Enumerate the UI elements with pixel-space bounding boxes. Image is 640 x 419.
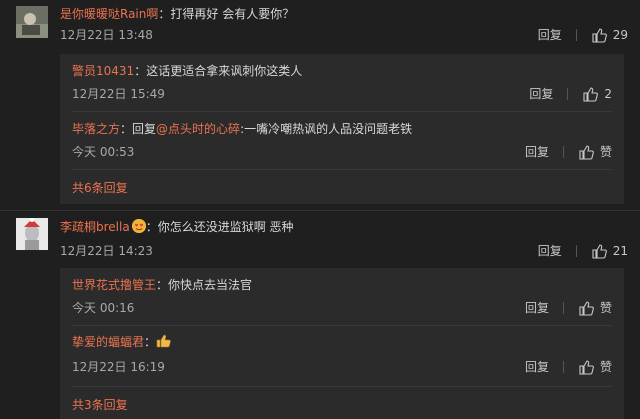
reply-actions: 回复 赞	[525, 358, 612, 376]
comment-actions: 回复 21	[538, 242, 628, 260]
avatar[interactable]	[16, 6, 48, 38]
thumbs-up-icon	[592, 244, 607, 259]
username-link[interactable]: 挚爱的蝠蝠君	[72, 335, 144, 349]
thumbs-up-icon	[579, 360, 594, 375]
comment-text: 你怎么还没进监狱啊 恶种	[157, 220, 294, 234]
timestamp: 12月22日 14:23	[60, 244, 153, 258]
reply-content: 毕落之方：回复@点头时的心碎:一嘴冷嘲热讽的人品没问题老铁	[72, 121, 412, 137]
username-link[interactable]: 警员10431	[72, 64, 134, 78]
reply-divider	[72, 111, 612, 112]
reply-meta: 今天 00:16 回复 赞	[72, 299, 612, 317]
reply-text: :一嘴冷嘲热讽的人品没问题老铁	[240, 122, 413, 136]
comment-actions: 回复 29	[538, 26, 628, 44]
comment-meta: 12月22日 13:48 回复 29	[60, 26, 628, 44]
timestamp: 12月22日 15:49	[72, 87, 165, 101]
colon: ：	[134, 64, 147, 78]
reply-item: 毕落之方：回复@点头时的心碎:一嘴冷嘲热讽的人品没问题老铁 今天 00:53 回…	[72, 121, 612, 165]
reply-divider	[72, 325, 612, 326]
divider	[562, 302, 564, 314]
timestamp: 今天 00:16	[72, 301, 135, 315]
reply-content: 警员10431：这话更适合拿来讽刺你这类人	[72, 63, 302, 79]
thumbs-up-emoji-icon	[156, 334, 172, 348]
reply-text: 你快点去当法官	[168, 278, 253, 292]
thumbs-up-icon	[583, 87, 599, 102]
thumbs-up-icon	[592, 28, 607, 43]
thumbs-up-icon	[579, 301, 594, 316]
like-button[interactable]: 赞	[578, 299, 612, 317]
reply-divider	[72, 169, 612, 170]
like-button[interactable]: 29	[591, 26, 628, 44]
reply-actions: 回复 赞	[525, 299, 612, 317]
heart-eyes-emoji-icon	[131, 219, 146, 233]
reply-button[interactable]: 回复	[525, 299, 549, 317]
like-button[interactable]: 赞	[578, 358, 612, 376]
like-label: 赞	[599, 301, 612, 315]
colon: ：	[120, 122, 133, 136]
replies-box: 警员10431：这话更适合拿来讽刺你这类人 12月22日 15:49 回复 2 …	[60, 54, 624, 204]
reply-button[interactable]: 回复	[525, 143, 549, 161]
more-replies-link[interactable]: 共6条回复	[72, 179, 128, 196]
comment-text: 打得再好 会有人要你？	[170, 7, 295, 21]
colon: ：	[144, 335, 157, 349]
reply-button[interactable]: 回复	[538, 26, 562, 44]
username-link[interactable]: 李疏桐brella	[60, 220, 130, 234]
timestamp: 12月22日 13:48	[60, 28, 153, 42]
reply-prefix: 回复	[132, 122, 157, 136]
colon: ：	[158, 7, 171, 21]
reply-divider	[72, 386, 612, 387]
username-link[interactable]: 毕落之方	[72, 122, 120, 136]
comment-divider	[0, 210, 640, 211]
reply-text: 这话更适合拿来讽刺你这类人	[146, 64, 303, 78]
divider	[575, 245, 577, 257]
comment-content: 李疏桐brella ：你怎么还没进监狱啊 恶种	[60, 219, 294, 235]
reply-meta: 今天 00:53 回复 赞	[72, 143, 612, 161]
like-count: 29	[612, 28, 628, 42]
reply-content: 世界花式撸管王：你快点去当法官	[72, 277, 252, 293]
username-link[interactable]: 世界花式撸管王	[72, 278, 156, 292]
like-button[interactable]: 2	[582, 85, 612, 103]
like-label: 赞	[599, 360, 612, 374]
reply-actions: 回复 2	[529, 85, 612, 103]
username-link[interactable]: 是你暖暖哒Rain啊	[60, 7, 158, 21]
like-button[interactable]: 21	[591, 242, 628, 260]
divider	[567, 88, 569, 100]
reply-item: 挚爱的蝠蝠君： 12月22日 16:19 回复 赞	[72, 334, 612, 380]
timestamp: 今天 00:53	[72, 145, 135, 159]
divider	[562, 146, 564, 158]
colon: ：	[156, 278, 169, 292]
colon: ：	[145, 220, 158, 234]
like-count: 21	[612, 244, 628, 258]
replies-box: 世界花式撸管王：你快点去当法官 今天 00:16 回复 赞 挚爱的蝠蝠君： 12…	[60, 268, 624, 419]
reply-actions: 回复 赞	[525, 143, 612, 161]
divider	[562, 361, 564, 373]
reply-item: 世界花式撸管王：你快点去当法官 今天 00:16 回复 赞	[72, 277, 612, 321]
timestamp: 12月22日 16:19	[72, 360, 165, 374]
comment-meta: 12月22日 14:23 回复 21	[60, 242, 628, 260]
comment-content: 是你暖暖哒Rain啊：打得再好 会有人要你？	[60, 6, 294, 22]
reply-button[interactable]: 回复	[538, 242, 562, 260]
reply-button[interactable]: 回复	[529, 85, 553, 103]
thumbs-up-icon	[579, 145, 594, 160]
reply-button[interactable]: 回复	[525, 358, 549, 376]
avatar[interactable]	[16, 218, 48, 250]
like-label: 赞	[599, 145, 612, 159]
reply-item: 警员10431：这话更适合拿来讽刺你这类人 12月22日 15:49 回复 2	[72, 63, 612, 107]
mention-link[interactable]: @点头时的心碎	[156, 122, 240, 136]
reply-content: 挚爱的蝠蝠君：	[72, 334, 172, 350]
reply-meta: 12月22日 16:19 回复 赞	[72, 358, 612, 376]
divider	[575, 29, 577, 41]
reply-meta: 12月22日 15:49 回复 2	[72, 85, 612, 103]
more-replies-link[interactable]: 共3条回复	[72, 396, 128, 413]
like-count: 2	[604, 87, 612, 101]
like-button[interactable]: 赞	[578, 143, 612, 161]
